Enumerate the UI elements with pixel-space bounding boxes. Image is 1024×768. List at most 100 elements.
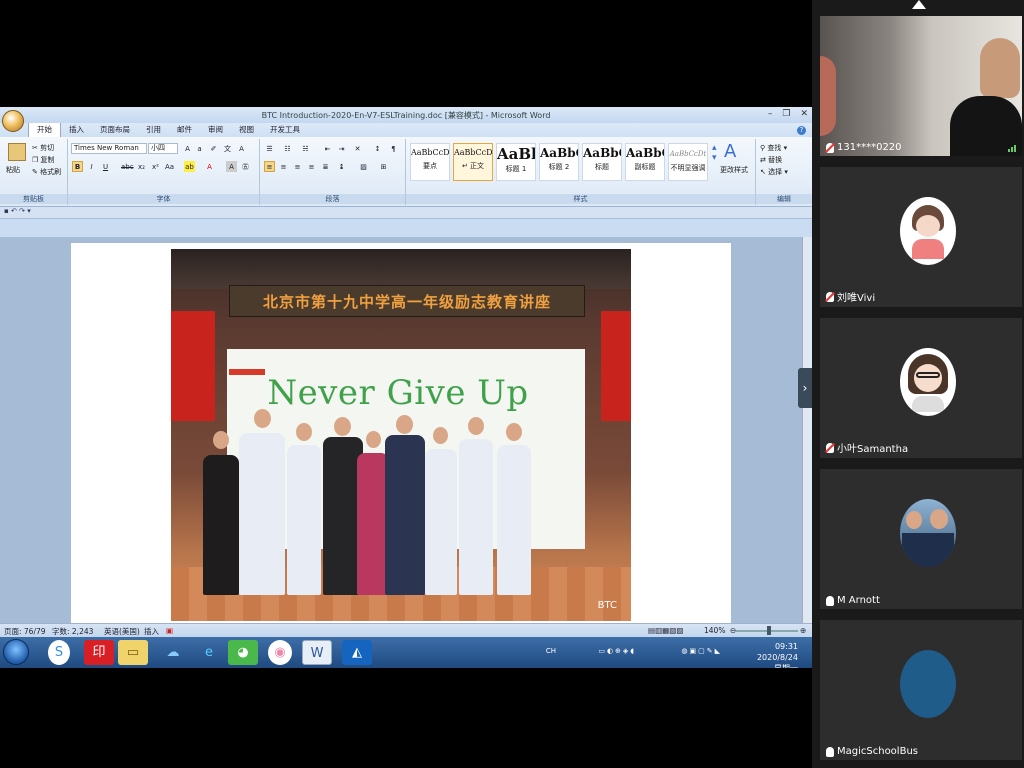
style-gallery-item[interactable]: AaBbCcDt 不明显强调: [668, 143, 708, 181]
undo-icon[interactable]: ↶: [11, 207, 17, 215]
change-case-icon[interactable]: Aa: [164, 161, 175, 172]
participant-tile[interactable]: 刘唯Vivi: [820, 167, 1022, 307]
start-button[interactable]: [3, 639, 29, 665]
minimize-icon[interactable]: –: [768, 109, 773, 119]
style-gallery-item[interactable]: AaBbC标题: [582, 143, 622, 181]
redo-icon[interactable]: ↷: [19, 207, 25, 215]
decrease-indent-icon[interactable]: ⇤: [322, 143, 333, 154]
participant-tile[interactable]: 131****0220: [820, 16, 1022, 156]
tab-insert[interactable]: 插入: [61, 122, 92, 137]
char-shading-icon[interactable]: A: [226, 161, 237, 172]
show-marks-icon[interactable]: ¶: [388, 143, 399, 154]
ie-icon[interactable]: e: [194, 640, 224, 665]
chrome-icon[interactable]: ◉: [268, 640, 292, 665]
restore-icon[interactable]: ❐: [782, 109, 790, 119]
meeting-app-icon[interactable]: ◭: [342, 640, 372, 665]
style-gallery-item[interactable]: AaBl 标题 1: [496, 143, 536, 181]
replace-button[interactable]: ⇄ 替换: [760, 155, 782, 165]
superscript-icon[interactable]: x²: [150, 161, 161, 172]
clear-format-icon[interactable]: ✐: [208, 143, 219, 154]
style-gallery-item[interactable]: AaBbC副标题: [625, 143, 665, 181]
style-gallery-item[interactable]: AaBbCcD 要点: [410, 143, 450, 181]
font-size-select[interactable]: 小四: [148, 143, 178, 154]
sort-icon[interactable]: ↕: [372, 143, 383, 154]
font-name-select[interactable]: Times New Roman: [71, 143, 147, 154]
vertical-scrollbar[interactable]: [802, 237, 812, 629]
tab-developer[interactable]: 开发工具: [262, 122, 308, 137]
numbering-icon[interactable]: ☷: [282, 143, 293, 154]
shading-icon[interactable]: ▨: [358, 161, 369, 172]
language-indicator[interactable]: 英语(美国): [104, 626, 140, 637]
ime-indicator[interactable]: CH: [546, 647, 556, 655]
change-styles-icon[interactable]: A: [724, 141, 736, 162]
view-buttons[interactable]: ▤▥▦▧▨: [648, 626, 683, 635]
wechat-icon[interactable]: ◕: [228, 640, 258, 665]
insert-mode[interactable]: 插入: [144, 626, 159, 637]
strikethrough-icon[interactable]: abc: [120, 161, 134, 172]
distribute-icon[interactable]: ≣: [320, 161, 331, 172]
paste-icon[interactable]: [8, 143, 26, 161]
tab-home[interactable]: 开始: [28, 121, 61, 137]
participant-tile[interactable]: 小叶Samantha: [820, 318, 1022, 458]
tray-icons[interactable]: ▭◐⊕◈◖: [598, 647, 636, 655]
chinese-layout-icon[interactable]: ✕: [352, 143, 363, 154]
cut-button[interactable]: ✂ 剪切: [32, 143, 54, 153]
word-count[interactable]: 字数: 2,243: [52, 626, 93, 637]
font-color-icon[interactable]: A: [204, 161, 215, 172]
char-border-icon[interactable]: A: [236, 143, 247, 154]
enclose-char-icon[interactable]: ㊄: [240, 161, 251, 172]
multilevel-list-icon[interactable]: ☵: [300, 143, 311, 154]
justify-icon[interactable]: ≡: [306, 161, 317, 172]
shrink-font-icon[interactable]: a: [194, 143, 205, 154]
tab-page-layout[interactable]: 页面布局: [92, 122, 138, 137]
highlight-icon[interactable]: ab: [184, 161, 195, 172]
gallery-scroll-icon[interactable]: ▴ ▾: [712, 143, 717, 163]
cloud-icon[interactable]: ☁: [158, 640, 188, 665]
change-styles-button[interactable]: 更改样式: [720, 165, 748, 175]
borders-icon[interactable]: ⊞: [378, 161, 389, 172]
style-gallery-item[interactable]: AaBbCcDd↵ 正文: [453, 143, 493, 181]
zoom-in-icon[interactable]: ⊕: [800, 626, 806, 635]
close-icon[interactable]: ✕: [800, 109, 808, 119]
subscript-icon[interactable]: x₂: [136, 161, 147, 172]
sogou-icon[interactable]: S: [48, 640, 70, 665]
select-button[interactable]: ↖ 选择 ▾: [760, 167, 788, 177]
word-icon[interactable]: W: [302, 640, 332, 665]
document-page[interactable]: 北京市第十九中学高一年级励志教育讲座 Never Give Up BTC: [71, 243, 731, 629]
tab-view[interactable]: 视图: [231, 122, 262, 137]
tab-references[interactable]: 引用: [138, 122, 169, 137]
align-right-icon[interactable]: ≡: [292, 161, 303, 172]
underline-icon[interactable]: U: [100, 161, 111, 172]
save-icon[interactable]: ▪: [4, 207, 9, 215]
find-button[interactable]: ⚲ 查找 ▾: [760, 143, 787, 153]
collapse-panel-arrow[interactable]: ›: [798, 368, 812, 408]
system-clock[interactable]: 09:31 2020/8/24 星期一: [757, 641, 798, 668]
copy-button[interactable]: ❐ 复制: [32, 155, 55, 165]
zoom-level[interactable]: 140%: [704, 626, 725, 635]
line-spacing-icon[interactable]: ↨: [336, 161, 347, 172]
phonetic-icon[interactable]: 文: [222, 143, 233, 154]
reader-icon[interactable]: 印: [84, 640, 114, 665]
paste-button[interactable]: 粘贴: [6, 165, 20, 175]
style-gallery-item[interactable]: AaBbC标题 2: [539, 143, 579, 181]
participant-tile[interactable]: MagicSchoolBus: [820, 620, 1022, 760]
format-painter-button[interactable]: ✎ 格式刷: [32, 167, 61, 177]
bold-icon[interactable]: B: [72, 161, 83, 172]
bullets-icon[interactable]: ☰: [264, 143, 275, 154]
customize-icon[interactable]: ▾: [27, 207, 31, 215]
help-icon[interactable]: ?: [797, 126, 806, 135]
zoom-slider-knob[interactable]: [767, 626, 771, 635]
increase-indent-icon[interactable]: ⇥: [336, 143, 347, 154]
participant-tile[interactable]: M Arnott: [820, 469, 1022, 609]
scroll-up-icon[interactable]: [912, 0, 926, 9]
grow-font-icon[interactable]: A: [182, 143, 193, 154]
italic-icon[interactable]: I: [86, 161, 97, 172]
align-left-icon[interactable]: ≡: [264, 161, 275, 172]
file-explorer-icon[interactable]: ▭: [118, 640, 148, 665]
tab-review[interactable]: 审阅: [200, 122, 231, 137]
office-button[interactable]: [2, 110, 24, 132]
tray-icons-right[interactable]: ◍▣▢✎◣: [681, 647, 722, 655]
align-center-icon[interactable]: ≡: [278, 161, 289, 172]
tab-mailings[interactable]: 邮件: [169, 122, 200, 137]
spellcheck-icon[interactable]: ▣: [166, 626, 173, 635]
